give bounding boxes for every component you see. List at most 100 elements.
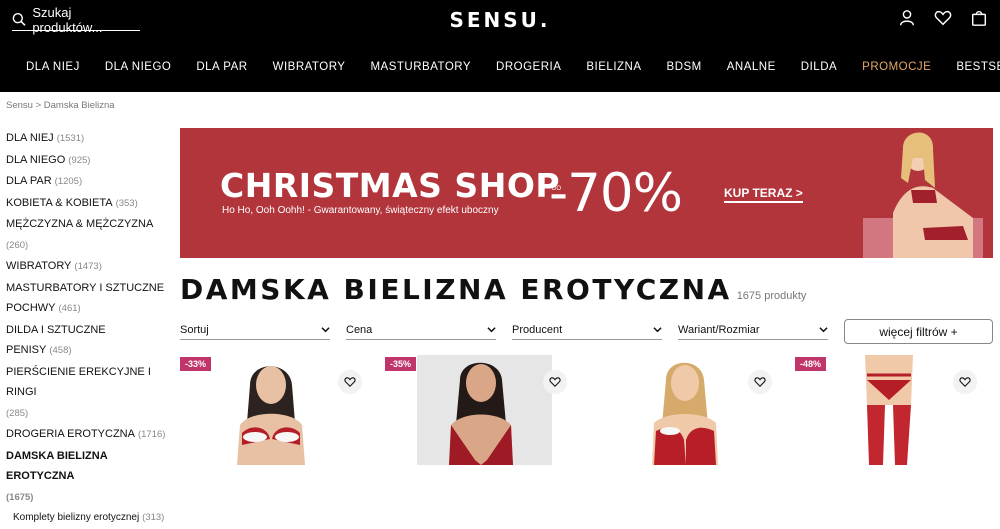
heart-icon [754, 377, 766, 387]
sidebar-item-count: (353) [115, 197, 138, 209]
product-image [795, 355, 983, 465]
breadcrumb: Sensu > Damska Bielizna [6, 100, 115, 111]
banner-discount: -70% [549, 163, 683, 224]
product-card[interactable]: -35% [385, 355, 573, 465]
chevron-down-icon [321, 327, 330, 333]
discount-badge: -48% [795, 357, 827, 371]
sidebar-item-dla-par[interactable]: DLA PAR (1205) [6, 171, 171, 193]
sidebar-item-pierscienie[interactable]: PIERŚCIENIE EREKCYJNE I RINGI (285) [6, 362, 171, 425]
sidebar-item-label: MĘŻCZYZNA & MĘŻCZYZNA [6, 218, 154, 230]
sidebar-item-count: (1473) [74, 261, 102, 272]
product-image [180, 355, 368, 465]
discount-badge: -33% [180, 357, 212, 371]
wishlist-button[interactable] [748, 370, 772, 394]
sidebar-item-label: DLA PAR [6, 175, 52, 187]
price-label: Cena [346, 323, 373, 336]
sidebar-item-label: KOBIETA & KOBIETA [6, 196, 113, 209]
chevron-down-icon [819, 327, 828, 333]
sidebar-item-dla-niego[interactable]: DLA NIEGO (925) [6, 150, 171, 172]
variant-dropdown[interactable]: Wariant/Rozmiar [678, 320, 828, 340]
variant-label: Wariant/Rozmiar [678, 323, 760, 336]
nav-analne[interactable]: ANALNE [727, 61, 776, 73]
sort-dropdown[interactable]: Sortuj [180, 320, 330, 340]
sidebar-item-wibratory[interactable]: WIBRATORY (1473) [6, 256, 171, 278]
nav-dilda[interactable]: DILDA [801, 61, 837, 73]
category-sidebar: DLA NIEJ (1531) DLA NIEGO (925) DLA PAR (12… [6, 128, 171, 529]
sidebar-item-label: WIBRATORY [6, 260, 72, 272]
wishlist-button[interactable] [543, 370, 567, 394]
heart-icon [344, 377, 356, 387]
producer-label: Producent [512, 323, 563, 336]
nav-bielizna[interactable]: BIELIZNA [586, 61, 641, 73]
chevron-down-icon [653, 327, 662, 333]
banner-model-image [863, 132, 983, 258]
bag-icon[interactable] [970, 9, 988, 27]
product-card[interactable]: -48% [795, 355, 983, 465]
sidebar-item-count: (1716) [137, 429, 166, 440]
main-nav: DLA NIEJ DLA NIEGO DLA PAR WIBRATORY MAS… [0, 56, 1000, 78]
sidebar-item-label: DAMSKA BIELIZNA EROTYCZNA [6, 449, 108, 483]
banner-cta-button[interactable]: KUP TERAZ > [724, 186, 803, 203]
site-logo[interactable]: SENSU. [0, 8, 1000, 32]
nav-drogeria[interactable]: DROGERIA [496, 61, 561, 73]
sidebar-item-masturbatory[interactable]: MASTURBATORY I SZTUCZNE POCHWY (461) [6, 278, 171, 320]
producer-dropdown[interactable]: Producent [512, 320, 662, 340]
nav-dla-niej[interactable]: DLA NIEJ [26, 61, 80, 73]
nav-bestsellery[interactable]: BESTSELLERY [956, 61, 1000, 73]
banner-title: CHRISTMAS SHOP [220, 166, 561, 205]
sidebar-item-count: (1675) [6, 491, 34, 503]
page-heading: DAMSKA BIELIZNA EROTYCZNA 1675 produkty [180, 273, 806, 306]
product-image [590, 355, 778, 465]
wishlist-button[interactable] [953, 370, 977, 394]
product-image [417, 355, 552, 465]
sidebar-subitem-komplety[interactable]: Komplety bielizny erotycznej (313) [6, 508, 171, 529]
nav-bdsm[interactable]: BDSM [667, 61, 702, 73]
discount-badge: -35% [385, 357, 417, 371]
sidebar-item-dilda[interactable]: DILDA I SZTUCZNE PENISY (458) [6, 320, 171, 362]
product-card[interactable] [590, 355, 778, 465]
sidebar-item-count: (1531) [56, 133, 85, 144]
price-dropdown[interactable]: Cena [346, 320, 496, 340]
filter-bar: Sortuj Cena Producent Wariant/Rozmiar wi… [180, 319, 993, 344]
page-title: DAMSKA BIELIZNA EROTYCZNA [180, 273, 732, 306]
chevron-down-icon [487, 327, 496, 333]
breadcrumb-separator: > [35, 100, 42, 111]
more-filters-button[interactable]: więcej filtrów + [844, 319, 993, 344]
heart-icon[interactable] [934, 9, 952, 27]
heart-icon [549, 377, 561, 387]
sidebar-item-damska-bielizna[interactable]: DAMSKA BIELIZNA EROTYCZNA (1675) [6, 446, 171, 509]
product-card[interactable]: -33% [180, 355, 368, 465]
sidebar-item-drogeria[interactable]: DROGERIA EROTYCZNA (1716) [6, 424, 171, 446]
sidebar-item-label: DLA NIEGO [6, 153, 66, 166]
top-header: Szukaj produktów... SENSU. DLA NIEJ DLA … [0, 0, 1000, 92]
sidebar-item-label: DROGERIA EROTYCZNA [6, 428, 135, 440]
sidebar-item-label: PIERŚCIENIE EREKCYJNE I RINGI [6, 365, 151, 399]
sidebar-item-count: (313) [142, 512, 165, 523]
breadcrumb-current: Damska Bielizna [43, 100, 115, 111]
sidebar-item-label: MASTURBATORY I SZTUCZNE POCHWY [6, 281, 165, 315]
sidebar-item-mezczyzna-mezczyzna[interactable]: MĘŻCZYZNA & MĘŻCZYZNA (260) [6, 214, 171, 256]
sidebar-item-count: (1205) [54, 176, 83, 187]
sidebar-item-label: Komplety bielizny erotycznej [13, 512, 140, 523]
nav-dla-niego[interactable]: DLA NIEGO [105, 61, 172, 73]
sidebar-item-count: (260) [6, 239, 29, 251]
breadcrumb-home[interactable]: Sensu [6, 100, 33, 111]
heart-icon [959, 377, 971, 387]
sidebar-item-count: (285) [6, 407, 29, 419]
sidebar-item-count: (458) [49, 345, 72, 356]
promo-banner[interactable]: CHRISTMAS SHOP Ho Ho, Ooh Oohh! - Gwaran… [180, 128, 993, 258]
sidebar-item-count: (461) [58, 303, 81, 314]
nav-wibratory[interactable]: WIBRATORY [273, 61, 346, 73]
sort-label: Sortuj [180, 323, 209, 336]
user-icon[interactable] [898, 9, 916, 27]
wishlist-button[interactable] [338, 370, 362, 394]
banner-tagline: Ho Ho, Ooh Oohh! - Gwarantowany, świątec… [222, 205, 499, 216]
product-count: 1675 produkty [736, 290, 807, 302]
sidebar-item-kobieta-kobieta[interactable]: KOBIETA & KOBIETA (353) [6, 193, 171, 215]
sidebar-item-label: DLA NIEJ [6, 132, 54, 144]
nav-dla-par[interactable]: DLA PAR [196, 61, 247, 73]
nav-masturbatory[interactable]: MASTURBATORY [370, 61, 471, 73]
sidebar-item-count: (925) [68, 154, 91, 166]
nav-promocje[interactable]: PROMOCJE [862, 61, 931, 73]
sidebar-item-dla-niej[interactable]: DLA NIEJ (1531) [6, 128, 171, 150]
